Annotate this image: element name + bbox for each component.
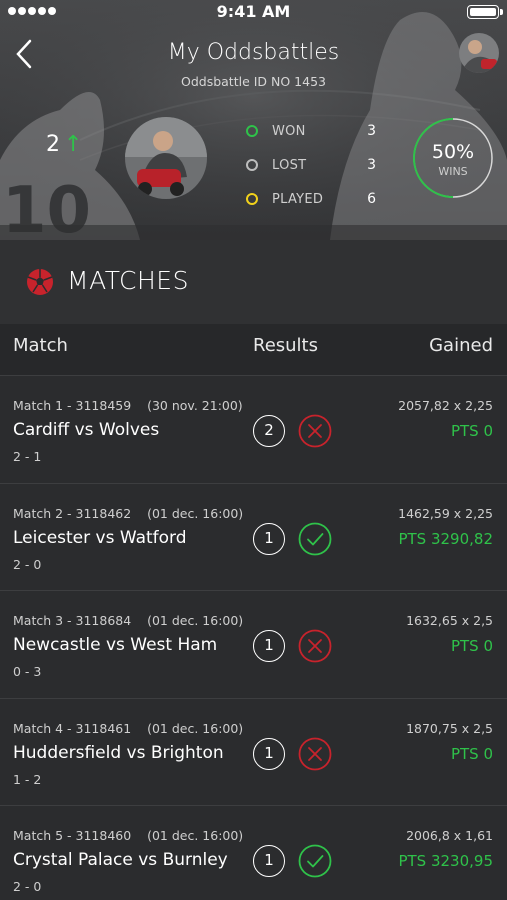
- user-pick: 1: [253, 845, 285, 877]
- stat-lost: LOST 3: [246, 148, 386, 182]
- stat-label: PLAYED: [272, 191, 324, 207]
- user-pick: 1: [253, 737, 285, 770]
- match-score: 1 - 2: [13, 771, 42, 787]
- stake-odds: 1462,59 x 2,25: [398, 505, 493, 521]
- match-teams: Newcastle vs West Ham: [13, 635, 218, 655]
- match-teams: Cardiff vs Wolves: [13, 420, 160, 440]
- user-avatar[interactable]: [459, 33, 499, 73]
- stat-value: 3: [367, 123, 376, 139]
- match-score: 2 - 0: [13, 556, 42, 572]
- points-gained: PTS 0: [450, 422, 493, 440]
- match-meta: Match 1 - 3118459 (30 nov. 21:00): [13, 398, 243, 413]
- points-gained: PTS 3230,95: [398, 852, 493, 870]
- table-row[interactable]: Match 1 - 3118459 (30 nov. 21:00) Cardif…: [0, 376, 507, 484]
- win-rate-gauge: 50% WINS: [412, 117, 494, 199]
- match-teams: Leicester vs Watford: [13, 527, 187, 548]
- column-gained: Gained: [429, 335, 493, 356]
- win-label: WINS: [438, 165, 468, 178]
- table-row[interactable]: Match 5 - 3118460 (01 dec. 16:00) Crysta…: [0, 806, 507, 900]
- stat-won: WON 3: [246, 114, 386, 148]
- match-teams: Crystal Palace vs Burnley: [13, 850, 228, 870]
- win-check-icon: [298, 844, 332, 878]
- stat-value: 6: [367, 191, 376, 207]
- match-meta: Match 5 - 3118460 (01 dec. 16:00): [13, 828, 244, 843]
- win-percentage: 50%: [431, 141, 475, 163]
- column-match: Match: [13, 335, 68, 356]
- loss-x-icon: [298, 414, 332, 448]
- page-title: My Oddsbattles: [167, 40, 340, 65]
- battle-id: Oddsbattle ID NO 1453: [180, 74, 326, 89]
- status-time: 9:41 AM: [216, 2, 291, 21]
- user-pick: 1: [253, 630, 285, 662]
- table-row[interactable]: Match 3 - 3118684 (01 dec. 16:00) Newcas…: [0, 591, 507, 699]
- played-dot-icon: [246, 193, 258, 205]
- stake-odds: 1632,65 x 2,5: [406, 613, 493, 628]
- rank-indicator: 2 ↑: [46, 132, 82, 157]
- match-meta: Match 3 - 3118684 (01 dec. 16:00): [13, 613, 244, 628]
- stat-label: WON: [272, 123, 306, 139]
- table-row[interactable]: Match 4 - 3118461 (01 dec. 16:00) Hudder…: [0, 698, 507, 806]
- profile-header: 10 9:41 AM My Oddsbattles Oddsbattle ID …: [0, 0, 507, 240]
- user-pick: 2: [253, 415, 285, 447]
- points-gained: PTS 0: [450, 637, 493, 655]
- matches-list: Match 1 - 3118459 (30 nov. 21:00) Cardif…: [0, 376, 507, 900]
- rank-up-arrow-icon: ↑: [64, 132, 83, 157]
- opponent-avatar[interactable]: [125, 117, 207, 199]
- loss-x-icon: [298, 629, 332, 663]
- lost-dot-icon: [246, 159, 258, 171]
- stat-label: LOST: [272, 157, 307, 173]
- match-teams: Huddersfield vs Brighton: [13, 742, 224, 763]
- stat-value: 3: [367, 157, 376, 173]
- section-title: MATCHES: [67, 266, 189, 295]
- stake-odds: 2006,8 x 1,61: [406, 828, 493, 843]
- battle-stats: WON 3 LOST 3 PLAYED 6: [246, 114, 386, 216]
- stake-odds: 1870,75 x 2,5: [406, 720, 493, 736]
- match-meta: Match 2 - 3118462 (01 dec. 16:00): [13, 505, 244, 521]
- battery-icon: [467, 5, 503, 19]
- won-dot-icon: [246, 125, 258, 137]
- stake-odds: 2057,82 x 2,25: [398, 398, 493, 413]
- match-score: 0 - 3: [13, 664, 42, 679]
- match-score: 2 - 1: [13, 449, 42, 464]
- column-results: Results: [253, 335, 318, 356]
- table-header: Match Results Gained: [0, 324, 507, 376]
- table-row[interactable]: Match 2 - 3118462 (01 dec. 16:00) Leices…: [0, 483, 507, 591]
- stat-played: PLAYED 6: [246, 182, 386, 216]
- win-check-icon: [298, 522, 332, 555]
- loss-x-icon: [298, 737, 332, 770]
- status-bar: 9:41 AM: [0, 0, 507, 24]
- rank-value: 2: [46, 132, 60, 157]
- matches-section-header: MATCHES: [0, 240, 507, 324]
- soccer-ball-icon: [27, 269, 53, 295]
- points-gained: PTS 3290,82: [398, 529, 493, 548]
- user-pick: 1: [253, 522, 285, 555]
- match-meta: Match 4 - 3118461 (01 dec. 16:00): [13, 720, 244, 736]
- points-gained: PTS 0: [450, 744, 493, 763]
- match-score: 2 - 0: [13, 879, 42, 894]
